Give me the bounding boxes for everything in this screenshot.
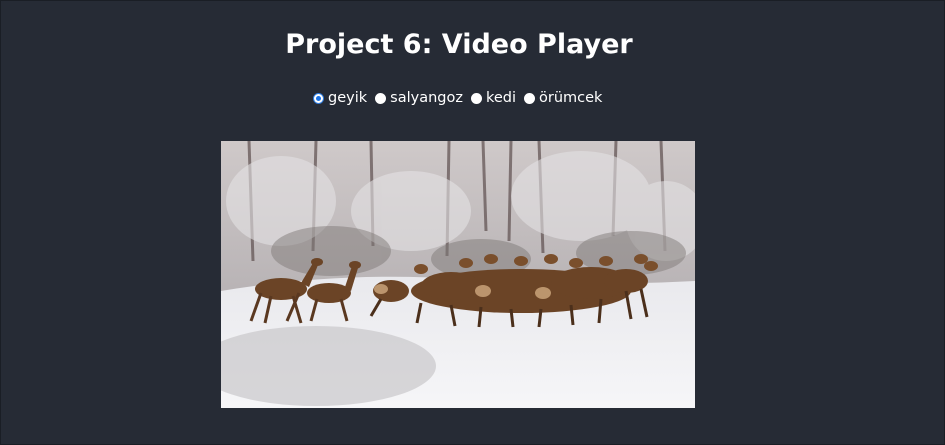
- radio-label-orumcek: örümcek: [539, 90, 603, 106]
- radio-label-geyik: geyik: [328, 90, 368, 106]
- radio-button-salyangoz[interactable]: [375, 92, 387, 104]
- radio-option-salyangoz[interactable]: salyangoz: [375, 90, 463, 106]
- app-window: Project 6: Video Player geyik salyangoz …: [0, 0, 945, 445]
- video-player[interactable]: [221, 141, 695, 408]
- radio-button-geyik[interactable]: [313, 92, 324, 104]
- radio-option-geyik[interactable]: geyik: [313, 90, 367, 106]
- radio-button-orumcek[interactable]: [524, 92, 535, 104]
- radio-option-kedi[interactable]: kedi: [470, 90, 516, 106]
- animal-radio-group: geyik salyangoz kedi örümcek: [313, 90, 610, 106]
- radio-label-kedi: kedi: [485, 90, 516, 106]
- radio-option-orumcek[interactable]: örümcek: [524, 90, 602, 106]
- video-frame: [221, 141, 695, 408]
- radio-label-salyangoz: salyangoz: [390, 90, 463, 106]
- radio-button-kedi[interactable]: [470, 92, 482, 104]
- page-title: Project 6: Video Player: [285, 29, 633, 60]
